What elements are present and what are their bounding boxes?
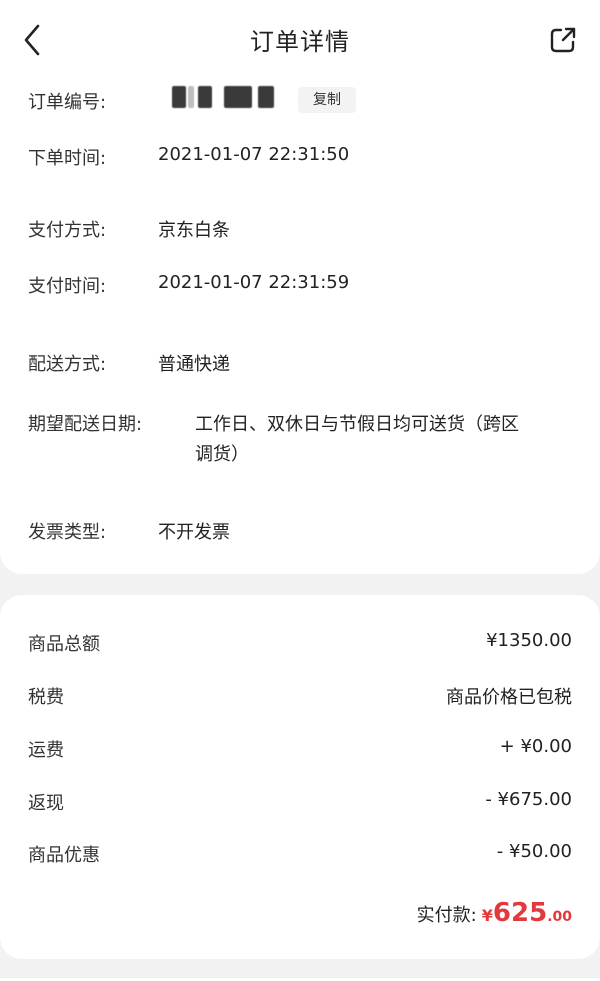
delivery-method-label: 配送方式: <box>28 354 107 375</box>
payment-time-value: 2021-01-07 22:31:59 <box>158 272 350 293</box>
redacted-order-number <box>258 86 274 108</box>
cashback-value: - ¥675.00 <box>485 789 572 810</box>
discount-label: 商品优惠 <box>28 845 100 866</box>
goods-total-value: ¥1350.00 <box>486 630 572 651</box>
expected-delivery-label: 期望配送日期: <box>28 414 143 435</box>
invoice-type-label: 发票类型: <box>28 522 107 543</box>
delivery-method-value: 普通快递 <box>158 354 230 375</box>
page-title: 订单详情 <box>250 28 350 56</box>
shipping-label: 运费 <box>28 740 64 761</box>
redacted-order-number <box>172 86 186 108</box>
share-button[interactable] <box>538 20 578 60</box>
redacted-order-number <box>198 86 212 108</box>
cashback-label: 返现 <box>28 793 64 814</box>
redacted-order-number <box>188 86 194 108</box>
share-icon <box>550 27 576 53</box>
shipping-value: + ¥0.00 <box>499 736 572 757</box>
tax-label: 税费 <box>28 687 64 708</box>
top-bar: 订单详情 <box>0 0 600 80</box>
expected-delivery-line1: 工作日、双休日与节假日均可送货（跨区 <box>195 414 519 435</box>
payment-method-value: 京东白条 <box>158 220 230 241</box>
tax-value: 商品价格已包税 <box>446 687 572 708</box>
discount-value: - ¥50.00 <box>496 841 572 862</box>
amount-paid-label: 实付款: <box>416 905 477 926</box>
invoice-type-value: 不开发票 <box>158 522 230 543</box>
order-number-label: 订单编号: <box>28 92 107 113</box>
payment-method-label: 支付方式: <box>28 220 107 241</box>
order-time-value: 2021-01-07 22:31:50 <box>158 144 350 165</box>
amount-paid-currency: ¥ <box>481 906 493 925</box>
goods-total-label: 商品总额 <box>28 634 100 655</box>
expected-delivery-line2: 调货） <box>195 444 249 465</box>
copy-button[interactable]: 复制 <box>298 87 356 113</box>
redacted-order-number <box>224 86 252 108</box>
amount-paid: 实付款: ¥625.00 <box>417 898 572 928</box>
amount-paid-decimal: .00 <box>547 909 572 925</box>
amount-paid-integer: 625 <box>492 898 548 928</box>
payment-time-label: 支付时间: <box>28 276 107 297</box>
order-time-label: 下单时间: <box>28 148 107 169</box>
